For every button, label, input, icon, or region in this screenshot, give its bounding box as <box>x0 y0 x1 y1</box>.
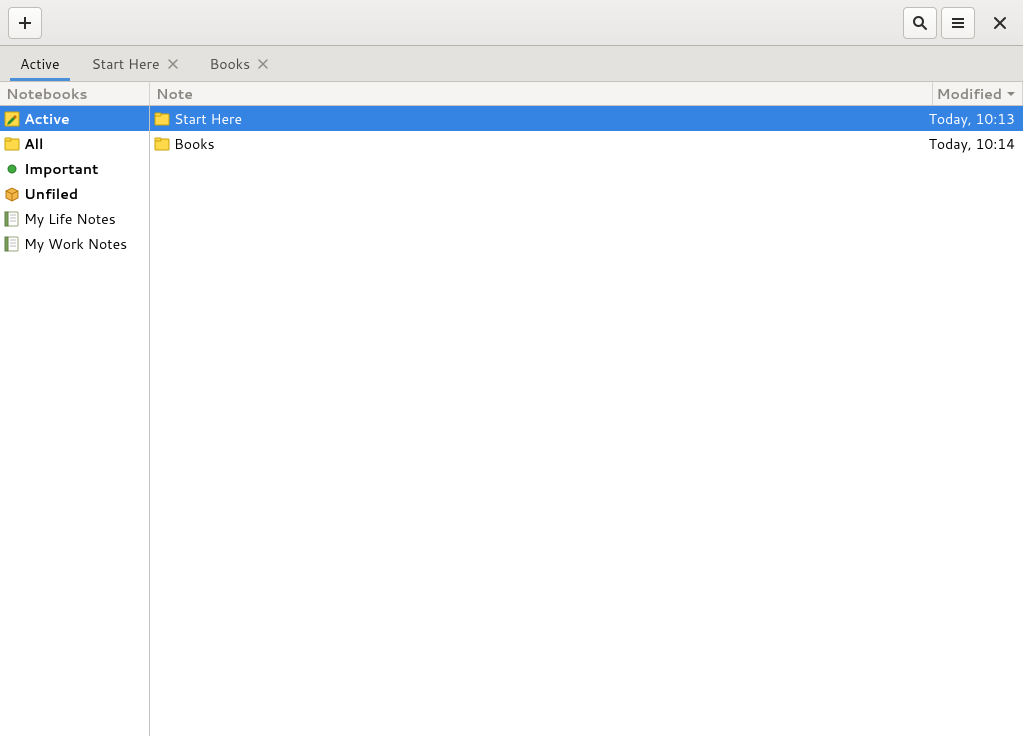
folder-icon <box>154 136 170 152</box>
tab-close-icon[interactable] <box>258 59 268 69</box>
tab-label: Books <box>210 54 251 74</box>
folder-icon <box>154 111 170 127</box>
sidebar-item-label: My Work Notes <box>24 234 145 254</box>
tab-label: Start Here <box>92 54 160 74</box>
plus-icon <box>17 15 33 31</box>
column-modified[interactable]: Modified <box>933 82 1023 105</box>
tab-label: Active <box>20 54 60 74</box>
column-notebooks[interactable]: Notebooks <box>0 82 150 105</box>
note-row[interactable]: Start HereToday, 10:13 <box>150 106 1023 131</box>
sidebar-item[interactable]: Active <box>0 106 149 131</box>
sidebar-item-label: All <box>24 134 145 154</box>
notebooks-sidebar: Active All Important Unfiled My Life Notes My… <box>0 106 150 736</box>
note-edit-icon <box>4 111 20 127</box>
tab-bar: Active Start Here Books <box>0 46 1023 82</box>
sidebar-item[interactable]: All <box>0 131 149 156</box>
sidebar-item[interactable]: Important <box>0 156 149 181</box>
note-modified: Today, 10:14 <box>929 134 1019 154</box>
sidebar-item[interactable]: Unfiled <box>0 181 149 206</box>
column-notebooks-label: Notebooks <box>6 84 87 104</box>
note-name: Books <box>174 134 925 154</box>
sidebar-item[interactable]: My Life Notes <box>0 206 149 231</box>
close-icon <box>993 16 1007 30</box>
tab[interactable]: Active <box>4 46 76 81</box>
notebook-icon <box>4 236 20 252</box>
menu-button[interactable] <box>941 7 975 39</box>
box-icon <box>4 186 20 202</box>
hamburger-icon <box>950 15 966 31</box>
notebook-icon <box>4 211 20 227</box>
sidebar-item-label: My Life Notes <box>24 209 145 229</box>
note-row[interactable]: BooksToday, 10:14 <box>150 131 1023 156</box>
column-note[interactable]: Note <box>150 82 933 105</box>
search-button[interactable] <box>903 7 937 39</box>
window-close-button[interactable] <box>983 7 1017 39</box>
column-headers: Notebooks Note Modified <box>0 82 1023 106</box>
search-icon <box>912 15 928 31</box>
sidebar-item-label: Active <box>24 109 145 129</box>
main-area: Active All Important Unfiled My Life Notes My… <box>0 106 1023 736</box>
note-name: Start Here <box>174 109 925 129</box>
tab-close-icon[interactable] <box>168 59 178 69</box>
green-dot-icon <box>4 161 20 177</box>
new-note-button[interactable] <box>8 7 42 39</box>
folder-icon <box>4 136 20 152</box>
column-note-label: Note <box>156 84 193 104</box>
sidebar-item-label: Unfiled <box>24 184 145 204</box>
tab[interactable]: Books <box>194 46 285 81</box>
column-modified-label: Modified <box>936 84 1002 104</box>
sidebar-item-label: Important <box>24 159 145 179</box>
headerbar <box>0 0 1023 46</box>
sidebar-item[interactable]: My Work Notes <box>0 231 149 256</box>
notes-list: Start HereToday, 10:13BooksToday, 10:14 <box>150 106 1023 736</box>
note-modified: Today, 10:13 <box>929 109 1019 129</box>
tab[interactable]: Start Here <box>76 46 194 81</box>
sort-descending-icon <box>1006 89 1016 99</box>
